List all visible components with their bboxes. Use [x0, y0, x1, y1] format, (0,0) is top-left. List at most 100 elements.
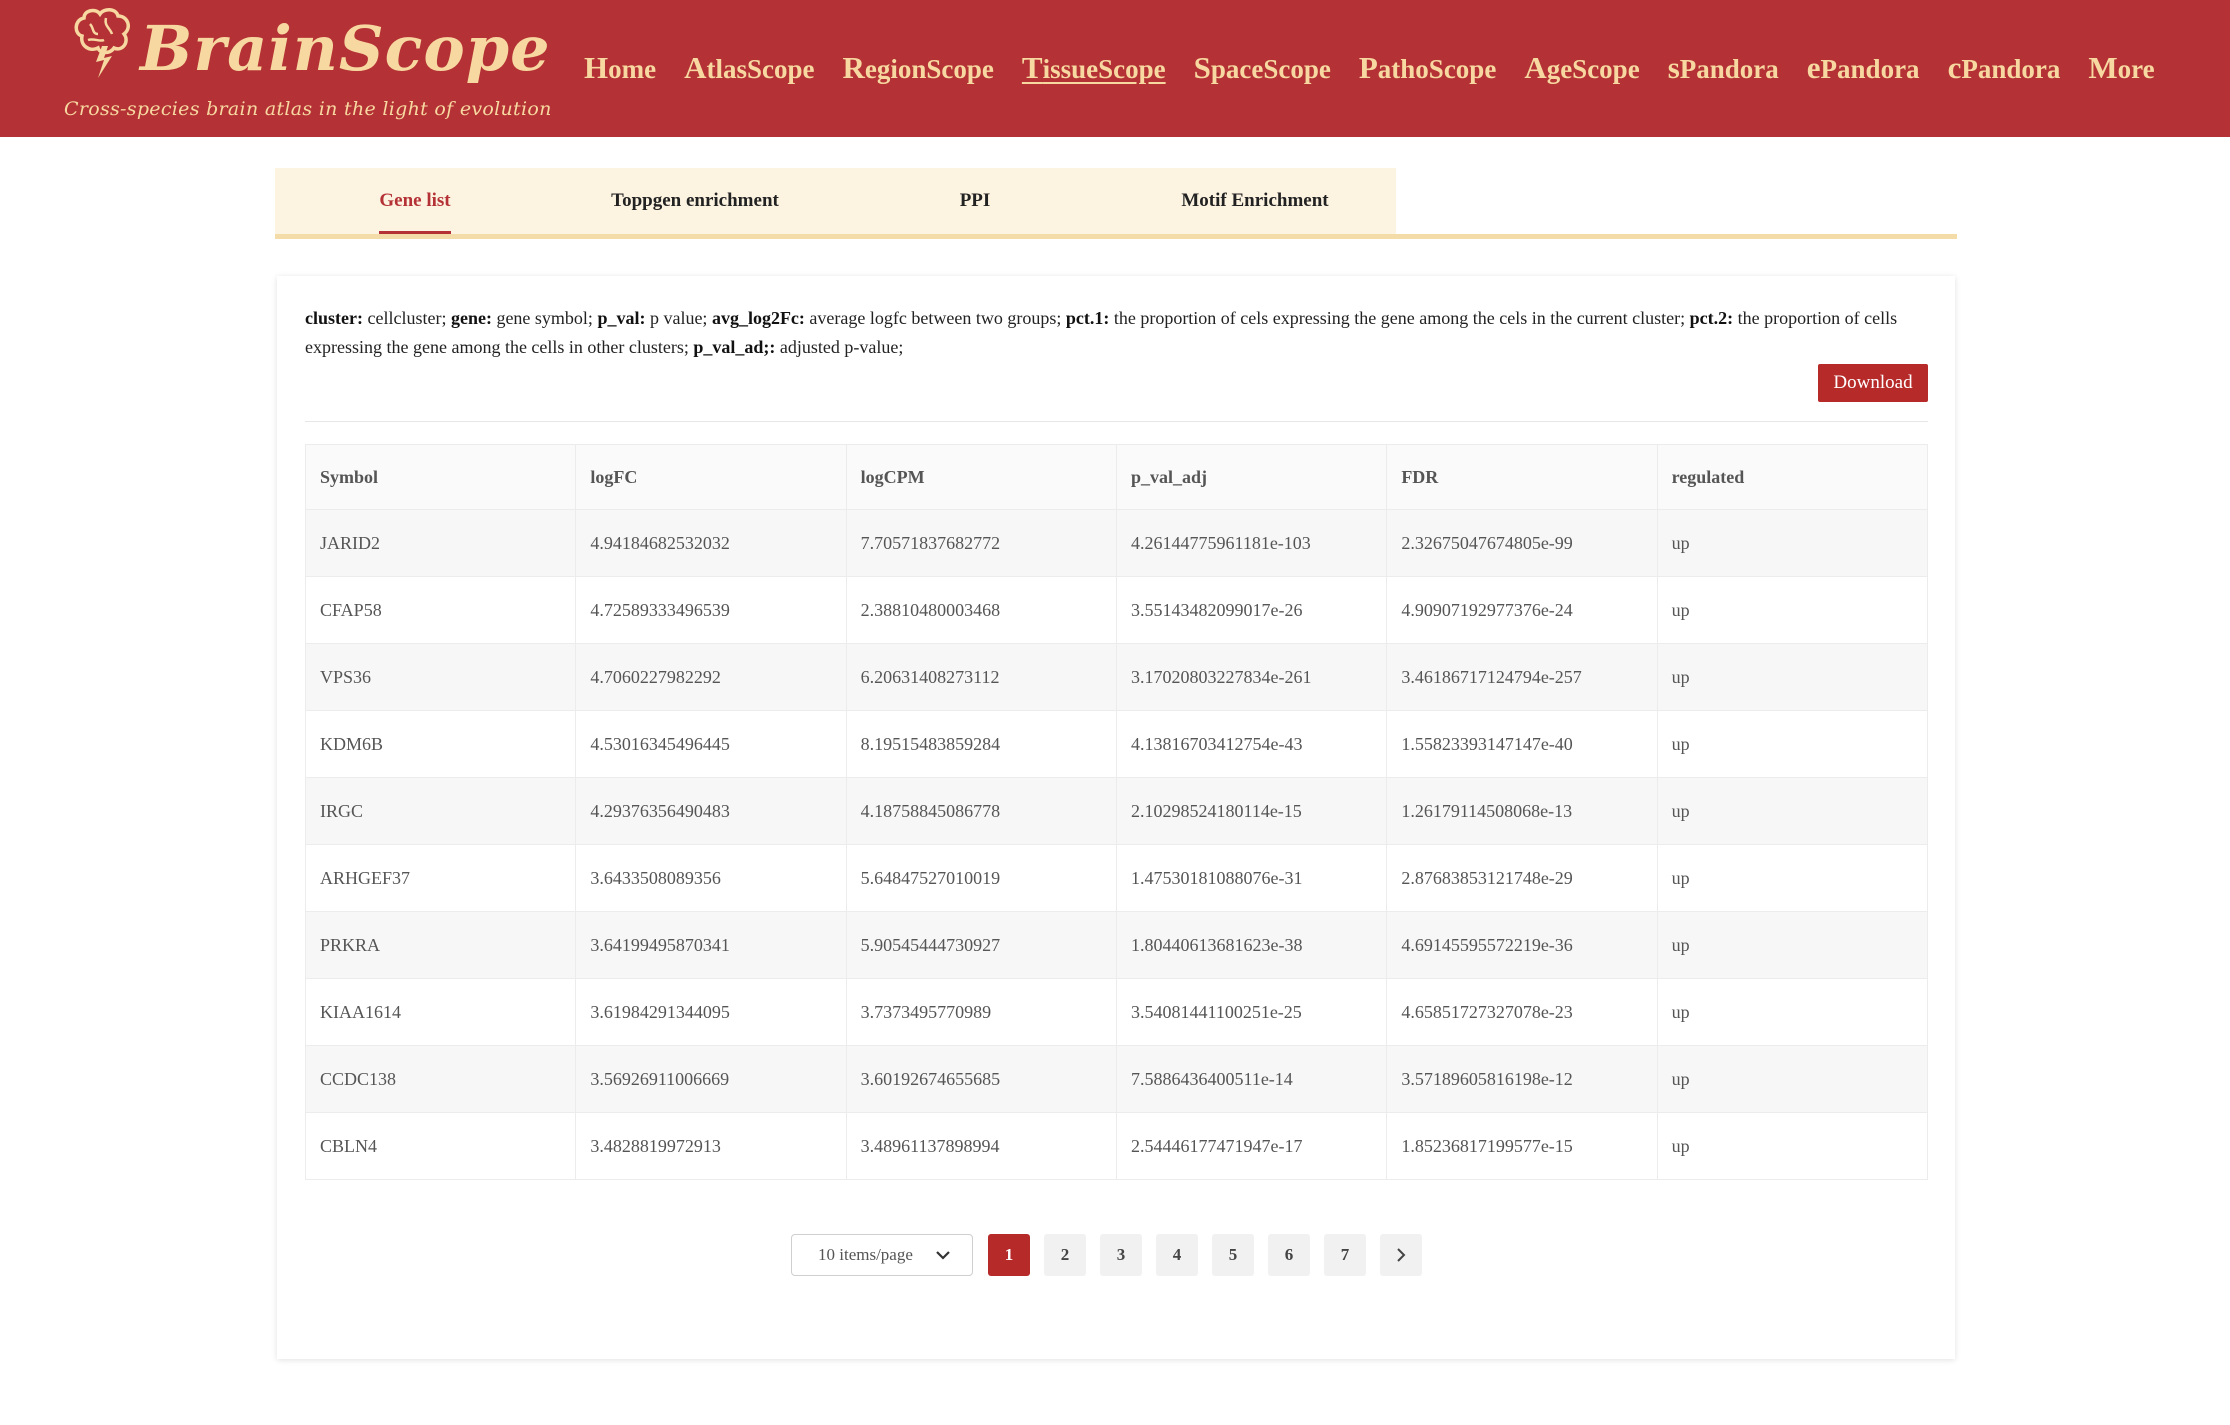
- tabs-bar: Gene list Toppgen enrichment PPI Motif Enri…: [275, 168, 1957, 239]
- desc-text: the proportion of cels expressing the ge…: [1109, 308, 1690, 328]
- page-button-5[interactable]: 5: [1212, 1234, 1254, 1276]
- table-cell-p-val-adj: 1.80440613681623e-38: [1115, 911, 1388, 979]
- table-row: KIAA1614 3.61984291344095 3.7373495770989 3…: [304, 978, 1929, 1046]
- nav-item-initial: A: [1524, 50, 1547, 85]
- nav-item-spandora[interactable]: sPandora: [1668, 50, 1779, 86]
- nav-item-label: athoScope: [1377, 54, 1497, 84]
- table-cell-p-val-adj: 1.47530181088076e-31: [1115, 844, 1388, 912]
- table-cell-logcpm: 5.90545444730927: [845, 911, 1117, 979]
- tab-motif-enrichment[interactable]: Motif Enrichment: [1115, 168, 1395, 234]
- nav-item-label: issueScope: [1042, 54, 1166, 84]
- table-cell-logfc: 4.29376356490483: [575, 777, 847, 845]
- table-cell-fdr: 4.65851727327078e-23: [1386, 978, 1658, 1046]
- column-header-regulated[interactable]: regulated: [1656, 444, 1929, 510]
- table-row: VPS36 4.7060227982292 6.20631408273112 3.17…: [304, 643, 1929, 711]
- page-button-7[interactable]: 7: [1324, 1234, 1366, 1276]
- gene-list-card: cluster: cellcluster; gene: gene symbol;…: [277, 276, 1955, 1359]
- desc-term: pct.2:: [1689, 308, 1734, 328]
- table-cell-logcpm: 2.38810480003468: [845, 576, 1117, 644]
- tab-gene-list[interactable]: Gene list: [275, 168, 555, 234]
- table-row: IRGC 4.29376356490483 4.18758845086778 2.10…: [304, 777, 1929, 845]
- table-row: KDM6B 4.53016345496445 8.19515483859284 4.1…: [304, 710, 1929, 778]
- nav-item-label: Pandora: [1679, 54, 1779, 84]
- nav-item-spacescope[interactable]: SpaceScope: [1194, 50, 1331, 86]
- nav-item-more[interactable]: More: [2088, 50, 2154, 86]
- brand-logo[interactable]: BrainScope Cross-species brain atlas in …: [64, 6, 551, 131]
- table-cell-p-val-adj: 4.26144775961181e-103: [1115, 509, 1388, 577]
- page-size-label: 10 items/page: [818, 1245, 913, 1264]
- table-cell-logfc: 4.94184682532032: [575, 509, 847, 577]
- chevron-right-icon: [1397, 1248, 1406, 1262]
- table-cell-fdr: 1.85236817199577e-15: [1386, 1112, 1658, 1180]
- table-cell-regulated: up: [1656, 710, 1929, 778]
- nav-item-epandora[interactable]: ePandora: [1807, 50, 1920, 86]
- table-row: CBLN4 3.4828819972913 3.48961137898994 2.54…: [304, 1112, 1929, 1180]
- column-header-logcpm[interactable]: logCPM: [845, 444, 1117, 510]
- tab-ppi[interactable]: PPI: [835, 168, 1115, 234]
- table-cell-logfc: 3.56926911006669: [575, 1045, 847, 1113]
- table-cell-p-val-adj: 7.5886436400511e-14: [1115, 1045, 1388, 1113]
- table-cell-fdr: 1.26179114508068e-13: [1386, 777, 1658, 845]
- tab-list: Gene list Toppgen enrichment PPI Motif Enri…: [275, 168, 1396, 234]
- next-page-button[interactable]: [1380, 1234, 1422, 1276]
- table-body: JARID2 4.94184682532032 7.70571837682772 4.…: [304, 509, 1929, 1180]
- brand-tagline: Cross-species brain atlas in the light o…: [64, 98, 552, 120]
- nav-item-pathoscope[interactable]: PathoScope: [1359, 50, 1496, 86]
- nav-item-atlasscope[interactable]: AtlasScope: [684, 50, 814, 86]
- nav-item-initial: M: [2088, 50, 2118, 85]
- table-cell-logfc: 3.6433508089356: [575, 844, 847, 912]
- nav-item-cpandora[interactable]: cPandora: [1948, 50, 2061, 86]
- table-header-row: Symbol logFC logCPM p_val_adj FDR regulated: [304, 444, 1929, 510]
- nav-item-agescope[interactable]: AgeScope: [1524, 50, 1639, 86]
- table-cell-regulated: up: [1656, 844, 1929, 912]
- page-button-3[interactable]: 3: [1100, 1234, 1142, 1276]
- page-button-2[interactable]: 2: [1044, 1234, 1086, 1276]
- nav-item-regionscope[interactable]: RegionScope: [843, 50, 994, 86]
- nav-item-initial: P: [1358, 50, 1378, 85]
- table-cell-symbol: ARHGEF37: [304, 844, 577, 912]
- table-cell-fdr: 1.55823393147147e-40: [1386, 710, 1658, 778]
- column-header-symbol[interactable]: Symbol: [304, 444, 577, 510]
- nav-item-initial: A: [684, 50, 707, 85]
- page-button-6[interactable]: 6: [1268, 1234, 1310, 1276]
- nav-item-initial: e: [1806, 50, 1821, 85]
- nav-item-label: ore: [2117, 54, 2155, 84]
- table-cell-logcpm: 4.18758845086778: [845, 777, 1117, 845]
- table-cell-logcpm: 3.60192674655685: [845, 1045, 1117, 1113]
- table-cell-regulated: up: [1656, 576, 1929, 644]
- table-row: PRKRA 3.64199495870341 5.90545444730927 1.8…: [304, 911, 1929, 979]
- table-row: CCDC138 3.56926911006669 3.60192674655685 7…: [304, 1045, 1929, 1113]
- desc-term: gene:: [450, 308, 492, 328]
- page-size-select[interactable]: 10 items/page: [791, 1234, 973, 1276]
- desc-term: avg_log2Fc:: [711, 308, 805, 328]
- desc-term: p_val:: [597, 308, 646, 328]
- page-button-1[interactable]: 1: [988, 1234, 1030, 1276]
- table-cell-logfc: 4.72589333496539: [575, 576, 847, 644]
- nav-item-label: ome: [608, 54, 657, 84]
- table-cell-regulated: up: [1656, 1045, 1929, 1113]
- brand-name: BrainScope: [140, 12, 551, 85]
- nav-item-label: Pandora: [1961, 54, 2061, 84]
- column-header-fdr[interactable]: FDR: [1386, 444, 1658, 510]
- column-header-p-val-adj[interactable]: p_val_adj: [1115, 444, 1388, 510]
- table-cell-p-val-adj: 4.13816703412754e-43: [1115, 710, 1388, 778]
- nav-item-initial: c: [1947, 50, 1962, 85]
- table-cell-logfc: 4.53016345496445: [575, 710, 847, 778]
- desc-text: cellcluster;: [362, 308, 451, 328]
- desc-term: cluster:: [305, 308, 363, 328]
- nav-item-label: geScope: [1546, 54, 1640, 84]
- nav-item-tissuescope[interactable]: TissueScope: [1022, 50, 1166, 86]
- tab-toppgen-enrichment[interactable]: Toppgen enrichment: [555, 168, 835, 234]
- download-button[interactable]: Download: [1818, 364, 1928, 402]
- nav-item-home[interactable]: Home: [584, 50, 656, 86]
- desc-text: average logfc between two groups;: [804, 308, 1066, 328]
- page-button-4[interactable]: 4: [1156, 1234, 1198, 1276]
- table-cell-symbol: IRGC: [304, 777, 577, 845]
- nav-item-label: paceScope: [1210, 54, 1331, 84]
- column-header-logfc[interactable]: logFC: [575, 444, 847, 510]
- table-cell-fdr: 4.90907192977376e-24: [1386, 576, 1658, 644]
- table-cell-regulated: up: [1656, 911, 1929, 979]
- table-cell-logfc: 3.61984291344095: [575, 978, 847, 1046]
- table-cell-regulated: up: [1656, 509, 1929, 577]
- table-row: ARHGEF37 3.6433508089356 5.64847527010019 1…: [304, 844, 1929, 912]
